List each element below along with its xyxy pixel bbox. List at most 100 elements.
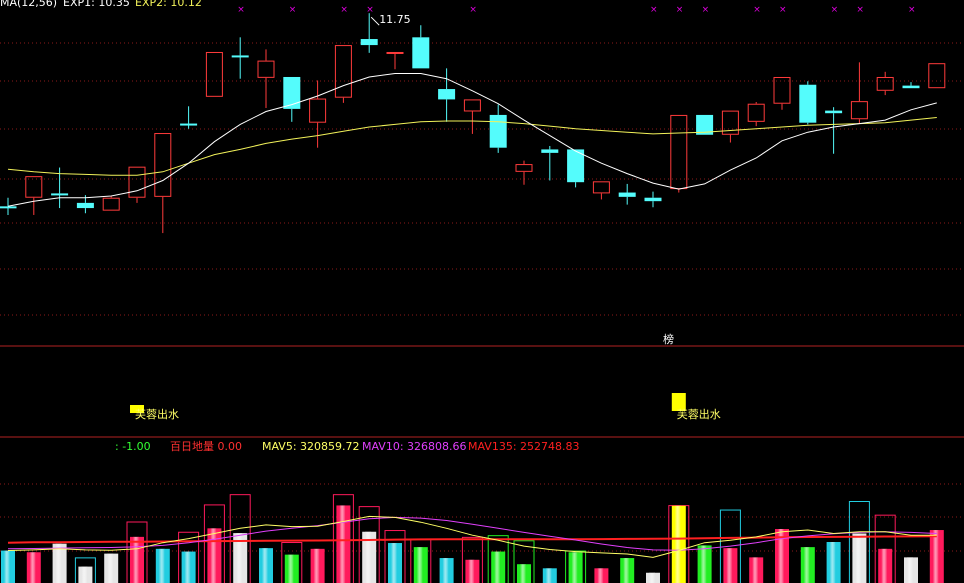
bang-label: 榜 (663, 332, 674, 346)
stock-chart: × × × × × × × × × × × × × 11.75 MA(12,56) EXP1: 10.3… (0, 0, 964, 583)
volume-bar (104, 553, 119, 583)
volume-bar (26, 552, 41, 583)
volume-bar-highlight (623, 558, 630, 583)
volume-bar-highlight (158, 548, 165, 583)
volume-bar (878, 548, 893, 583)
volume-bar (439, 558, 454, 583)
candle (128, 166, 146, 203)
legend-exp1: EXP1: 10.35 (63, 0, 130, 9)
candle (25, 176, 43, 215)
candle-body (360, 39, 378, 46)
volume-bar-highlight (184, 551, 191, 583)
legend-exp2: EXP2: 10.12 (135, 0, 202, 9)
candle (592, 181, 610, 200)
volume-bar (800, 547, 815, 583)
indicator-mav5: MAV5: 320859.72 (262, 440, 360, 453)
indicator-mav10: MAV10: 326808.66 (362, 440, 467, 453)
volume-bar-highlight (700, 545, 707, 583)
volume-bar-highlight (133, 536, 139, 583)
marker-x: × (469, 5, 477, 15)
candle (412, 25, 430, 69)
candle (876, 71, 894, 96)
candle (799, 81, 817, 125)
volume-bar (465, 559, 480, 583)
candle (360, 13, 378, 53)
candlesticks (0, 13, 946, 234)
volume-bar (568, 552, 583, 583)
marker-x: × (856, 5, 864, 15)
indicator-min-volume: 百日地量 0.00 (170, 440, 242, 453)
candle (309, 80, 327, 148)
candle (825, 107, 843, 154)
volume-bar-highlight (416, 547, 423, 583)
volume-bar (826, 542, 841, 583)
marker-x: × (289, 5, 297, 15)
candle-body (463, 99, 481, 112)
volume-bar-highlight (545, 568, 552, 583)
candle (386, 51, 404, 70)
volume-bar (904, 557, 918, 583)
volume-bar (284, 554, 299, 583)
candle-body (541, 149, 559, 153)
candle (670, 114, 688, 193)
candle-body (76, 202, 94, 209)
candle (644, 191, 662, 208)
volume-bar (749, 557, 764, 583)
volume-bar-highlight (107, 553, 114, 583)
candle-body (592, 181, 610, 194)
volume-bar-highlight (881, 548, 888, 583)
marker-x: × (366, 5, 374, 15)
marker-x: × (340, 5, 348, 15)
volume-bar (594, 568, 609, 583)
candle-body (876, 76, 894, 91)
volume-bar (181, 551, 196, 583)
candle (721, 110, 739, 143)
legend-ma: MA(12,56) (0, 0, 57, 9)
volume-bar (388, 543, 402, 583)
candle (257, 49, 275, 109)
volume-bar-highlight (932, 530, 939, 583)
candle-body (850, 101, 868, 120)
candle-body (747, 103, 765, 122)
volume-bar (491, 551, 506, 583)
candle (334, 45, 352, 103)
candle-body (205, 51, 223, 97)
candle-body (257, 60, 275, 78)
volume-bar-highlight (520, 564, 526, 583)
volume-bar-highlight (4, 550, 10, 583)
top-markers: × × × × × × × × × × × × × (237, 5, 915, 15)
volume-bar (646, 572, 660, 583)
candle (541, 145, 559, 181)
marker-x: × (779, 5, 787, 15)
volume-bar-highlight (752, 557, 759, 583)
volume-bar (671, 505, 686, 583)
candle-body (644, 197, 662, 202)
candle-body (670, 114, 688, 190)
volume-bar-highlight (571, 552, 578, 583)
candle-body (154, 133, 172, 197)
volume-bar-highlight (803, 547, 810, 583)
volume-bar-highlight (262, 548, 268, 583)
indicator-value: : -1.00 (115, 440, 151, 453)
marker-x: × (831, 5, 839, 15)
volume-bar (78, 566, 93, 583)
price-legend: MA(12,56) EXP1: 10.35 EXP2: 10.12 (0, 0, 202, 9)
volume-bar-highlight (287, 554, 294, 583)
candle (231, 37, 249, 79)
high-annotation-pointer (370, 16, 380, 26)
candle-body (825, 110, 843, 114)
candle (515, 160, 533, 185)
volume-bar-highlight (29, 552, 36, 583)
candle (902, 82, 920, 89)
volume-bar-highlight (313, 548, 320, 583)
candle-body (438, 89, 456, 100)
candle (928, 63, 946, 89)
candle-body (128, 166, 146, 198)
candle (180, 106, 198, 129)
candle (283, 76, 301, 122)
volume-bar (542, 568, 557, 583)
signal-panel: 芙蓉出水 芙蓉出水 (130, 393, 721, 421)
volume-bar (517, 564, 531, 583)
candle (773, 76, 791, 110)
volume-bar (852, 533, 867, 583)
